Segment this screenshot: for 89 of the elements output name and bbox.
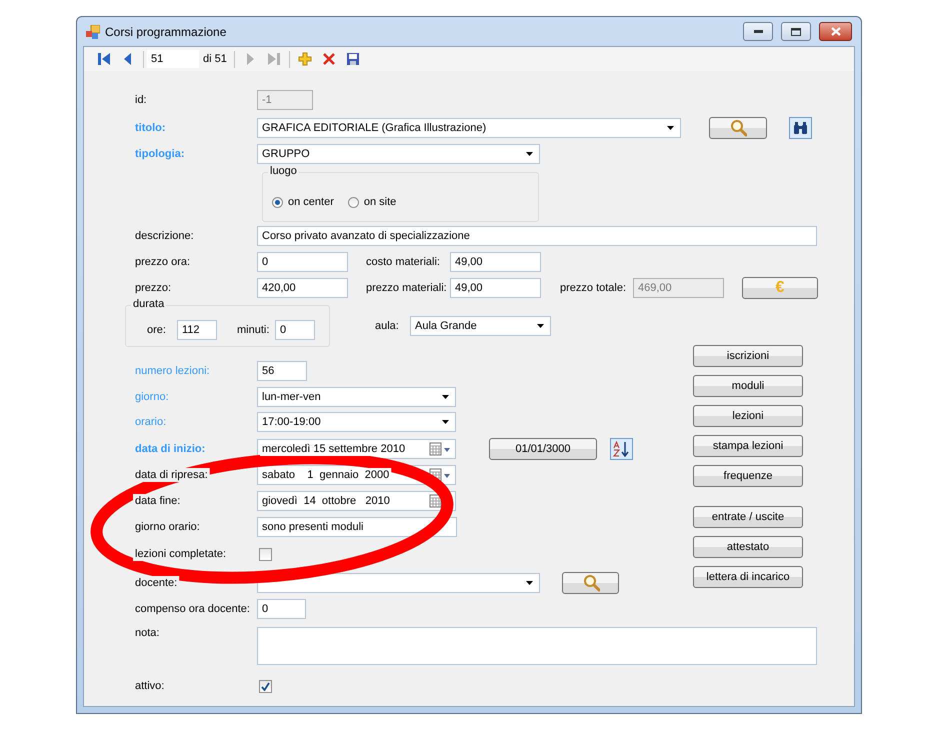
field-label: id:	[135, 94, 147, 106]
record-count: di 51	[202, 53, 228, 65]
action-button[interactable]: stampa lezioni	[693, 435, 803, 457]
group-title: luogo	[268, 165, 299, 177]
input-field[interactable]: Corso privato avanzato di specializzazione	[257, 226, 817, 246]
add-icon[interactable]	[298, 52, 312, 66]
caret-icon	[526, 581, 533, 585]
dropdown[interactable]: lun-mer-ven	[257, 387, 456, 407]
field-label: compenso ora docente:	[135, 603, 250, 615]
field-label: giorno orario:	[135, 521, 200, 533]
radio-label[interactable]: on site	[364, 196, 396, 208]
dropdown[interactable]: Aula Grande	[410, 316, 551, 336]
field-label: descrizione:	[135, 230, 194, 242]
input-field[interactable]: 0	[257, 599, 306, 619]
sort-icon	[613, 441, 630, 457]
dropdown[interactable]	[257, 573, 540, 593]
radio-label[interactable]: on center	[288, 196, 334, 208]
field-label: ore:	[147, 324, 167, 336]
minimize-icon	[754, 30, 762, 33]
date-picker[interactable]: giovedì 14 ottobre 2010	[257, 491, 456, 511]
action-button[interactable]: attestato	[693, 536, 803, 558]
input-field[interactable]: 0	[257, 252, 348, 272]
maximize-icon	[791, 28, 801, 36]
first-icon[interactable]	[97, 52, 111, 66]
search-button[interactable]	[562, 572, 619, 594]
dropdown[interactable]: GRAFICA EDITORIALE (Grafica Illustrazione)	[257, 118, 681, 138]
field-label: lezioni completate:	[135, 548, 226, 560]
input-field[interactable]: 56	[257, 361, 307, 381]
field-label: titolo:	[135, 122, 166, 134]
field-label: costo materiali:	[366, 256, 441, 268]
action-button[interactable]: entrate / uscite	[693, 506, 803, 528]
sort-button[interactable]	[610, 438, 633, 460]
action-button[interactable]: iscrizioni	[693, 345, 803, 367]
action-button[interactable]: frequenze	[693, 465, 803, 487]
field-label: data di ripresa:	[135, 469, 208, 481]
search-button[interactable]	[709, 117, 767, 139]
field-label: attivo:	[135, 680, 164, 692]
window-title: Corsi programmazione	[105, 24, 226, 38]
action-button[interactable]: lezioni	[693, 405, 803, 427]
action-button[interactable]: lettera di incarico	[693, 566, 803, 588]
radio-button[interactable]	[348, 196, 359, 208]
close-icon	[830, 27, 840, 36]
input-field[interactable]: 49,00	[450, 278, 541, 298]
dropdown[interactable]: GRUPPO	[257, 144, 540, 164]
field-label: prezzo ora:	[135, 256, 190, 268]
calendar-icon[interactable]	[429, 442, 451, 456]
minimize-button[interactable]	[743, 22, 773, 41]
caret-icon	[442, 420, 449, 424]
maximize-button[interactable]	[781, 22, 811, 41]
action-button[interactable]: moduli	[693, 375, 803, 397]
field-label: nota:	[135, 627, 160, 639]
position-field[interactable]: 51	[147, 50, 199, 68]
caret-icon	[442, 395, 449, 399]
field-label: data fine:	[135, 495, 180, 507]
binoculars-icon	[793, 122, 808, 134]
caret-icon	[526, 152, 533, 156]
field-label: orario:	[135, 416, 166, 428]
field-label: data di inizio:	[135, 443, 206, 455]
caret-icon	[537, 324, 544, 328]
app-icon	[86, 24, 100, 38]
group-title: durata	[131, 298, 166, 310]
input-field[interactable]: 49,00	[450, 252, 541, 272]
field-label: minuti:	[237, 324, 270, 336]
input-field[interactable]: 112	[177, 320, 217, 340]
binoculars-button[interactable]	[789, 117, 812, 139]
calendar-icon[interactable]	[429, 468, 451, 482]
close-button[interactable]	[819, 22, 852, 41]
delete-icon[interactable]	[322, 52, 336, 66]
field-label: numero lezioni:	[135, 365, 210, 377]
checkbox[interactable]	[259, 680, 272, 692]
field-label: aula:	[375, 320, 400, 332]
input-field[interactable]: 420,00	[257, 278, 348, 298]
search-icon	[729, 119, 747, 137]
field-label: tipologia:	[135, 148, 184, 160]
field-label: docente:	[135, 577, 178, 589]
caret-icon	[667, 126, 674, 130]
field-label: prezzo materiali:	[366, 282, 448, 294]
check-icon	[261, 682, 270, 690]
field-label: prezzo:	[135, 282, 172, 294]
radio-button[interactable]	[272, 196, 283, 208]
checkbox[interactable]	[259, 548, 272, 560]
save-icon[interactable]	[346, 52, 360, 66]
input-field[interactable]: 0	[275, 320, 315, 340]
input-field[interactable]: sono presenti moduli	[257, 517, 457, 537]
search-icon	[582, 574, 600, 592]
field-label: giorno:	[135, 391, 169, 403]
date-button[interactable]: 01/01/3000	[489, 438, 597, 460]
dropdown[interactable]: 17:00-19:00	[257, 412, 456, 432]
field-label: prezzo totale:	[560, 282, 628, 294]
